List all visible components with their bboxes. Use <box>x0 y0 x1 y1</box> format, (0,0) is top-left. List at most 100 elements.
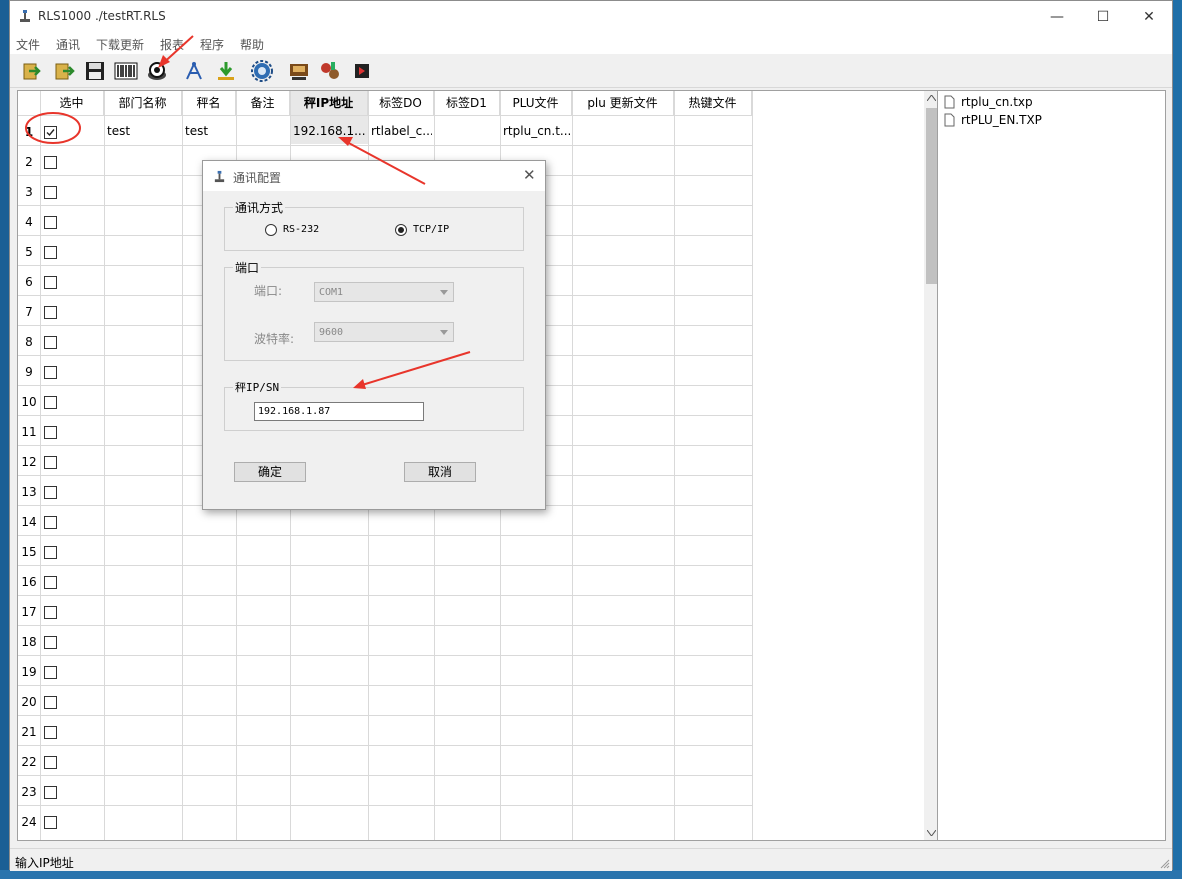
row-checkbox[interactable] <box>44 216 57 229</box>
file-panel: rtplu_cn.txp rtPLU_EN.TXP <box>937 90 1166 841</box>
row-checkbox[interactable] <box>44 456 57 469</box>
row-checkbox[interactable] <box>44 516 57 529</box>
grid-line <box>18 715 752 716</box>
row-checkbox[interactable] <box>44 786 57 799</box>
row-checkbox[interactable] <box>44 816 57 829</box>
file-item[interactable]: rtPLU_EN.TXP <box>944 113 1042 127</box>
row-checkbox[interactable] <box>44 666 57 679</box>
port-group-label: 端口 <box>233 259 262 276</box>
row-number: 14 <box>21 515 37 529</box>
chevron-down-icon[interactable] <box>927 830 936 836</box>
menu-help[interactable]: 帮助 <box>240 36 264 53</box>
status-bar: 输入IP地址 <box>10 848 1172 871</box>
grid-cell[interactable]: rtlabel_c... <box>371 124 432 138</box>
column-header[interactable]: PLU文件 <box>500 91 572 115</box>
column-header[interactable]: 标签D1 <box>434 91 500 115</box>
save-icon[interactable] <box>83 59 107 83</box>
grid-line <box>182 91 183 840</box>
grid-cell[interactable]: test <box>185 124 234 138</box>
row-checkbox[interactable] <box>44 156 57 169</box>
grid-line <box>18 805 752 806</box>
row-checkbox[interactable] <box>44 396 57 409</box>
row-checkbox[interactable] <box>44 186 57 199</box>
ip-group: 秤IP/SN 192.168.1.87 <box>224 379 524 431</box>
grid-cell[interactable]: rtplu_cn.t... <box>503 124 570 138</box>
column-header[interactable]: 选中 <box>40 91 104 115</box>
ip-input[interactable]: 192.168.1.87 <box>254 402 424 421</box>
grid-line <box>18 145 752 146</box>
exit-icon[interactable] <box>350 59 374 83</box>
row-checkbox[interactable] <box>44 576 57 589</box>
rs232-radio[interactable] <box>265 224 277 236</box>
minimize-button[interactable]: — <box>1034 1 1080 32</box>
tcpip-radio[interactable] <box>395 224 407 236</box>
toolbar <box>10 55 1172 88</box>
row-checkbox[interactable] <box>44 636 57 649</box>
comm-config-dialog: 通讯配置 ✕ 通讯方式 RS-232 TCP/IP 端口 端口: COM1 波特… <box>202 160 546 510</box>
row-number: 15 <box>21 545 37 559</box>
column-header[interactable]: 标签DO <box>368 91 434 115</box>
row-number: 13 <box>21 485 37 499</box>
app-icon <box>214 170 225 183</box>
title-bar: RLS1000 ./testRT.RLS — ☐ ✕ <box>10 1 1172 32</box>
menu-download-update[interactable]: 下载更新 <box>96 36 144 53</box>
menu-program[interactable]: 程序 <box>200 36 224 53</box>
row-number: 6 <box>25 275 33 289</box>
row-number: 2 <box>25 155 33 169</box>
menu-communication[interactable]: 通讯 <box>56 36 80 53</box>
ip-group-label: 秤IP/SN <box>233 379 282 395</box>
row-checkbox[interactable] <box>44 426 57 439</box>
row-checkbox[interactable] <box>44 126 57 139</box>
menu-file[interactable]: 文件 <box>16 36 40 53</box>
row-checkbox[interactable] <box>44 276 57 289</box>
download-icon[interactable] <box>214 59 238 83</box>
row-checkbox[interactable] <box>44 606 57 619</box>
dialog-close-button[interactable]: ✕ <box>523 166 536 184</box>
column-header[interactable]: 部门名称 <box>104 91 182 115</box>
row-number: 7 <box>25 305 33 319</box>
row-checkbox[interactable] <box>44 306 57 319</box>
import-icon[interactable] <box>20 59 44 83</box>
resize-grip-icon[interactable] <box>1160 859 1170 869</box>
column-header[interactable]: 秤名 <box>182 91 236 115</box>
rs232-label: RS-232 <box>283 224 320 235</box>
network-icon[interactable] <box>182 59 206 83</box>
file-item[interactable]: rtplu_cn.txp <box>944 95 1033 109</box>
grid-cell[interactable]: test <box>107 124 180 138</box>
grid-line <box>18 565 752 566</box>
column-header[interactable]: 热键文件 <box>674 91 752 115</box>
close-button[interactable]: ✕ <box>1126 1 1172 32</box>
row-checkbox[interactable] <box>44 336 57 349</box>
row-checkbox[interactable] <box>44 756 57 769</box>
row-checkbox[interactable] <box>44 486 57 499</box>
row-checkbox[interactable] <box>44 546 57 559</box>
file-icon <box>944 113 955 127</box>
scale-icon[interactable] <box>287 59 311 83</box>
ok-button[interactable]: 确定 <box>234 462 306 482</box>
tools-icon[interactable] <box>318 59 342 83</box>
chevron-up-icon[interactable] <box>927 95 936 101</box>
row-number: 10 <box>21 395 37 409</box>
settings-icon[interactable] <box>250 59 274 83</box>
column-header[interactable]: 秤IP地址 <box>290 91 368 115</box>
taskbar-strip <box>0 870 1182 879</box>
row-checkbox[interactable] <box>44 696 57 709</box>
column-header[interactable]: 备注 <box>236 91 290 115</box>
cancel-button[interactable]: 取消 <box>404 462 476 482</box>
row-checkbox[interactable] <box>44 246 57 259</box>
port-select[interactable]: COM1 <box>314 282 454 302</box>
menu-report[interactable]: 报表 <box>160 36 184 53</box>
grid-cell[interactable]: 192.168.1.... <box>293 124 366 138</box>
row-checkbox[interactable] <box>44 366 57 379</box>
scrollbar-thumb[interactable] <box>926 108 937 284</box>
row-number: 5 <box>25 245 33 259</box>
row-checkbox[interactable] <box>44 726 57 739</box>
maximize-button[interactable]: ☐ <box>1080 1 1126 32</box>
grid-line <box>752 91 753 840</box>
row-number: 18 <box>21 635 37 649</box>
baud-select[interactable]: 9600 <box>314 322 454 342</box>
column-header[interactable]: plu 更新文件 <box>572 91 674 115</box>
export-icon[interactable] <box>52 59 76 83</box>
communication-icon[interactable] <box>145 59 169 83</box>
barcode-icon[interactable] <box>114 59 138 83</box>
